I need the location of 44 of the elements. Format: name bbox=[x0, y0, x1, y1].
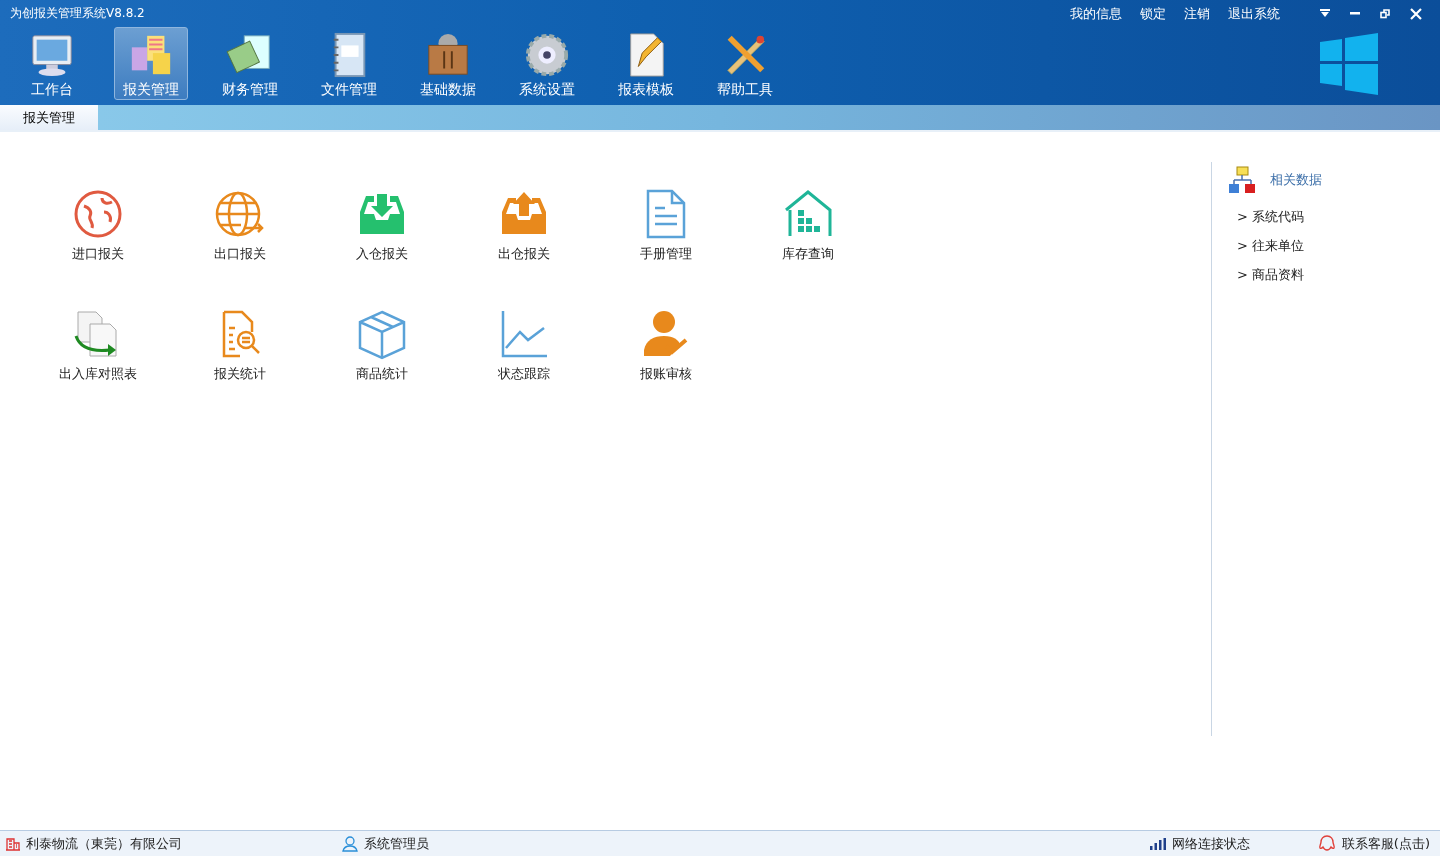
side-link[interactable]: > 商品资料 bbox=[1228, 266, 1440, 295]
box-icon bbox=[356, 308, 408, 360]
toolbar-button[interactable]: 文件管理 bbox=[312, 27, 386, 100]
tab[interactable]: 报关管理 bbox=[0, 105, 98, 130]
header-link[interactable]: 我的信息 bbox=[1070, 4, 1122, 23]
network-status: 网络连接状态 bbox=[1171, 834, 1250, 853]
toolbar-button[interactable]: 财务管理 bbox=[213, 27, 287, 100]
module-button[interactable]: 出入库对照表 bbox=[27, 308, 169, 384]
module-button[interactable]: 出仓报关 bbox=[453, 188, 595, 264]
side-link[interactable]: > 往来单位 bbox=[1228, 237, 1440, 266]
close-icon[interactable] bbox=[1410, 7, 1422, 20]
hierarchy-icon bbox=[1228, 166, 1256, 194]
toolbar-button[interactable]: 报表模板 bbox=[609, 27, 683, 100]
module-button[interactable]: 出口报关 bbox=[169, 188, 311, 264]
side-panel-title: 相关数据 bbox=[1270, 171, 1322, 189]
module-button[interactable]: 进口报关 bbox=[27, 188, 169, 264]
user-icon bbox=[342, 835, 358, 852]
header-link[interactable]: 锁定 bbox=[1140, 4, 1166, 23]
windows-logo-icon bbox=[1320, 33, 1378, 95]
module-button[interactable]: 入仓报关 bbox=[311, 188, 453, 264]
restore-icon[interactable] bbox=[1380, 8, 1390, 19]
module-button[interactable]: 手册管理 bbox=[595, 188, 737, 264]
gear-icon bbox=[523, 32, 571, 78]
module-button[interactable]: 商品统计 bbox=[311, 308, 453, 384]
user-name: 系统管理员 bbox=[364, 834, 429, 853]
toolbar-button[interactable]: 帮助工具 bbox=[708, 27, 782, 100]
side-link[interactable]: > 系统代码 bbox=[1228, 208, 1440, 237]
globe-icon bbox=[72, 188, 124, 240]
module-button[interactable]: 状态跟踪 bbox=[453, 308, 595, 384]
dropdown-icon[interactable] bbox=[1320, 9, 1330, 18]
toolbar-button[interactable]: 系统设置 bbox=[510, 27, 584, 100]
header-link[interactable]: 注销 bbox=[1184, 4, 1210, 23]
window-title: 为创报关管理系统V8.8.2 bbox=[10, 5, 145, 22]
toolbar-button[interactable]: 基础数据 bbox=[411, 27, 485, 100]
signal-icon bbox=[1149, 837, 1166, 850]
support-link[interactable]: 联系客服(点击) bbox=[1317, 834, 1430, 853]
building-icon bbox=[6, 836, 20, 851]
company-name: 利泰物流（東莞）有限公司 bbox=[26, 834, 182, 853]
toolbar-button[interactable]: 报关管理 bbox=[114, 27, 188, 100]
module-button[interactable]: 报账审核 bbox=[595, 308, 737, 384]
toolbar-button[interactable]: 工作台 bbox=[15, 27, 89, 100]
module-button[interactable]: 报关统计 bbox=[169, 308, 311, 384]
header-link[interactable]: 退出系统 bbox=[1228, 4, 1280, 23]
module-button[interactable]: 库存查询 bbox=[737, 188, 879, 264]
